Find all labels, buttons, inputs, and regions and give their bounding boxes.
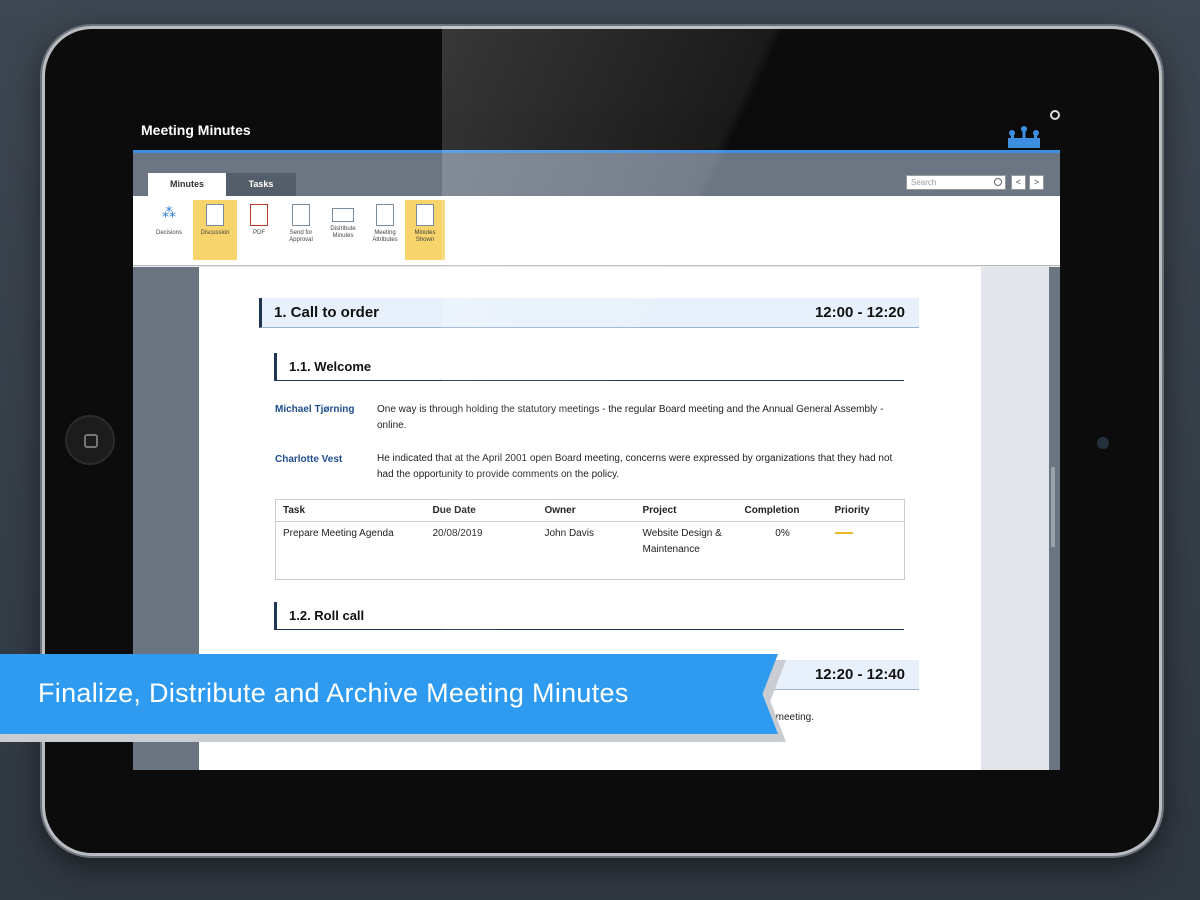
minutes-shown-label: Minutes Shown: [414, 230, 436, 243]
completion-cell: 0%: [775, 528, 790, 539]
decisions-icon: ⁂: [162, 204, 176, 220]
speaker-name: Charlotte Vest: [275, 454, 343, 465]
subitem-heading: 1.1. Welcome: [274, 353, 904, 381]
task-table: Task Due Date Owner Project Completion P…: [275, 499, 905, 580]
column-header: Project: [635, 499, 738, 522]
task-cell: Prepare Meeting Agenda: [283, 528, 394, 539]
tab-bar: Minutes Tasks Search < >: [133, 153, 1060, 196]
search-icon[interactable]: [994, 178, 1002, 186]
pdf-icon: [250, 204, 268, 226]
crown-logo-icon: [1008, 126, 1040, 148]
camera-icon: [1097, 437, 1109, 449]
home-square-icon: [84, 434, 98, 448]
meeting-attributes-button[interactable]: Meeting Attributes: [363, 200, 407, 260]
decisions-button[interactable]: ⁂ Decisions: [147, 200, 191, 260]
document-icon: [206, 204, 224, 226]
banner-text: Finalize, Distribute and Archive Meeting…: [38, 678, 629, 708]
column-header: Task: [275, 499, 426, 522]
pdf-button[interactable]: PDF: [237, 200, 281, 260]
speaker-text: One way is through holding the statutory…: [377, 404, 884, 431]
speaker-name: Michael Tjørning: [275, 404, 355, 415]
table-row[interactable]: Prepare Meeting Agenda 20/08/2019 John D…: [276, 522, 905, 580]
table-header-row: Task Due Date Owner Project Completion P…: [275, 499, 905, 522]
attributes-icon: [376, 204, 394, 226]
meeting-attributes-label: Meeting Attributes: [372, 230, 398, 243]
tab-minutes[interactable]: Minutes: [148, 173, 226, 196]
minutes-shown-icon: [416, 204, 434, 226]
search-input[interactable]: Search: [906, 175, 1006, 190]
agenda-item-heading: 1. Call to order 12:00 - 12:20: [259, 298, 919, 328]
minutes-shown-button[interactable]: Minutes Shown: [405, 200, 445, 260]
discussion-button[interactable]: Discussion: [193, 200, 237, 260]
next-button[interactable]: >: [1029, 175, 1044, 190]
due-date-cell: 20/08/2019: [432, 528, 483, 539]
envelope-icon: [332, 208, 354, 222]
priority-cell: [828, 522, 905, 580]
pdf-label: PDF: [253, 230, 265, 236]
decisions-label: Decisions: [155, 230, 182, 236]
column-header: Owner: [537, 499, 636, 522]
distribute-minutes-label: Distribute Minutes: [330, 226, 356, 239]
close-icon[interactable]: [1050, 110, 1060, 120]
project-cell: Website Design & Maintenance: [642, 528, 722, 555]
prev-button[interactable]: <: [1011, 175, 1026, 190]
agenda-item-time: 12:20 - 12:40: [814, 666, 905, 683]
owner-cell: John Davis: [544, 528, 594, 539]
column-header: Priority: [827, 499, 905, 522]
app-title: Meeting Minutes: [141, 122, 251, 138]
column-header: Completion: [737, 499, 828, 522]
agenda-item-title: 1. Call to order: [274, 304, 380, 321]
speaker-text: He indicated that at the April 2001 open…: [377, 453, 893, 480]
distribute-minutes-button[interactable]: Distribute Minutes: [321, 200, 365, 260]
title-bar: Meeting Minutes: [133, 110, 1060, 150]
column-header: Due Date: [425, 499, 538, 522]
send-for-approval-button[interactable]: Send for Approval: [279, 200, 323, 260]
ribbon-toolbar: ⁂ Decisions Discussion PDF Send for Appr…: [133, 196, 1060, 266]
discussion-label: Discussion: [200, 230, 230, 236]
subitem-heading: 1.2. Roll call: [274, 602, 904, 630]
send-for-approval-label: Send for Approval: [289, 230, 313, 243]
search-placeholder: Search: [911, 178, 937, 187]
page-margin: [981, 267, 1049, 770]
approval-document-icon: [292, 204, 310, 226]
agenda-item-time: 12:00 - 12:20: [814, 304, 905, 321]
tab-tasks[interactable]: Tasks: [226, 173, 296, 196]
scrollbar[interactable]: [1051, 467, 1055, 547]
priority-indicator: [834, 532, 853, 535]
home-button[interactable]: [65, 415, 115, 465]
